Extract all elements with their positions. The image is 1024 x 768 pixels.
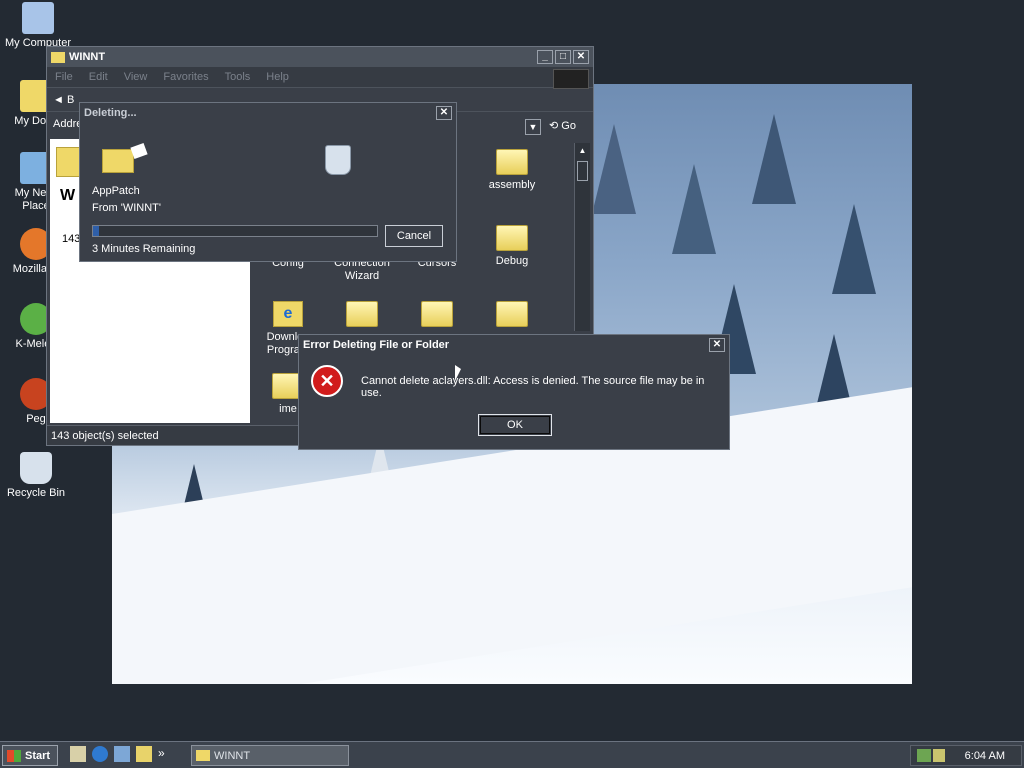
window-title: WINNT <box>69 51 106 63</box>
mouse-cursor-icon <box>455 365 461 381</box>
network-icon[interactable] <box>917 749 931 762</box>
address-label: Addre <box>53 117 83 130</box>
show-desktop-icon[interactable] <box>70 746 86 762</box>
ok-button[interactable]: OK <box>478 414 552 436</box>
menu-view[interactable]: View <box>124 71 148 83</box>
start-button[interactable]: Start <box>2 745 58 766</box>
volume-icon[interactable] <box>933 749 945 762</box>
vertical-scrollbar[interactable]: ▲ <box>574 143 590 331</box>
explorer-titlebar[interactable]: WINNT _ □ ✕ <box>47 47 593 67</box>
left-pane-title: W <box>60 187 76 204</box>
close-button[interactable]: ✕ <box>436 106 452 120</box>
go-button[interactable]: ⟲ Go <box>549 119 576 132</box>
desktop-icon-my-computer[interactable]: My Computer <box>2 2 74 50</box>
minimize-button[interactable]: _ <box>537 50 553 64</box>
firefox-icon[interactable] <box>92 746 108 762</box>
folder-icon <box>51 51 65 63</box>
folder-item[interactable] <box>476 301 548 331</box>
error-titlebar[interactable]: Error Deleting File or Folder ✕ <box>299 335 729 355</box>
menu-edit[interactable]: Edit <box>89 71 108 83</box>
scroll-up-arrow[interactable]: ▲ <box>575 143 590 159</box>
folder-item[interactable] <box>401 301 473 331</box>
time-remaining: 3 Minutes Remaining <box>92 243 196 255</box>
flying-paper-icon <box>130 142 148 160</box>
dialog-title: Error Deleting File or Folder <box>303 339 450 351</box>
recycle-bin-icon <box>20 452 52 484</box>
my-computer-icon <box>22 2 54 34</box>
explorer-icon[interactable] <box>136 746 152 762</box>
deleting-file-name: AppPatch <box>92 185 140 197</box>
folder-icon <box>421 301 453 327</box>
address-dropdown-button[interactable]: ▼ <box>525 119 541 135</box>
menu-favorites[interactable]: Favorites <box>163 71 208 83</box>
file-item-debug[interactable]: Debug <box>476 225 548 268</box>
file-item-assembly[interactable]: assembly <box>476 149 548 192</box>
error-dialog: Error Deleting File or Folder ✕ ✕ Cannot… <box>298 334 730 450</box>
folder-icon <box>346 301 378 327</box>
folder-icon <box>196 750 210 761</box>
flying-folder-icon <box>102 149 134 173</box>
deleting-dialog: Deleting... ✕ AppPatch From 'WINNT' Canc… <box>79 102 457 262</box>
menu-bar: File Edit View Favorites Tools Help <box>47 67 593 89</box>
system-tray: 6:04 AM <box>910 745 1022 766</box>
error-message: Cannot delete aclayers.dll: Access is de… <box>361 375 705 399</box>
quick-launch: » <box>70 746 165 762</box>
back-button[interactable]: ◄ B <box>53 94 74 106</box>
progress-fill <box>93 226 99 236</box>
quick-launch-more-button[interactable]: » <box>158 746 165 762</box>
menu-help[interactable]: Help <box>266 71 289 83</box>
left-pane-count: 143 <box>62 233 81 245</box>
dialog-title: Deleting... <box>84 107 137 119</box>
menu-tools[interactable]: Tools <box>225 71 251 83</box>
ie-icon: e <box>273 301 303 327</box>
folder-item[interactable] <box>326 301 398 331</box>
deleting-from-text: From 'WINNT' <box>92 202 161 214</box>
clock[interactable]: 6:04 AM <box>965 750 1005 762</box>
close-button[interactable]: ✕ <box>709 338 725 352</box>
taskbar: Start » WINNT 6:04 AM <box>0 741 1024 768</box>
folder-icon <box>496 301 528 327</box>
close-button[interactable]: ✕ <box>573 50 589 64</box>
status-text: 143 object(s) selected <box>51 429 159 442</box>
windows-logo-icon <box>553 69 589 89</box>
error-icon: ✕ <box>311 365 343 397</box>
folder-icon <box>496 225 528 251</box>
scrollbar-thumb[interactable] <box>577 161 588 181</box>
windows-flag-icon <box>7 749 21 762</box>
outlook-icon[interactable] <box>114 746 130 762</box>
maximize-button[interactable]: □ <box>555 50 571 64</box>
desktop-icon-recycle-bin[interactable]: Recycle Bin <box>0 452 72 500</box>
menu-file[interactable]: File <box>55 71 73 83</box>
folder-icon <box>496 149 528 175</box>
recycle-bin-icon <box>325 145 351 175</box>
progress-bar <box>92 225 378 237</box>
taskbar-button-winnt[interactable]: WINNT <box>191 745 349 766</box>
deleting-titlebar[interactable]: Deleting... ✕ <box>80 103 456 123</box>
cancel-button[interactable]: Cancel <box>385 225 443 247</box>
